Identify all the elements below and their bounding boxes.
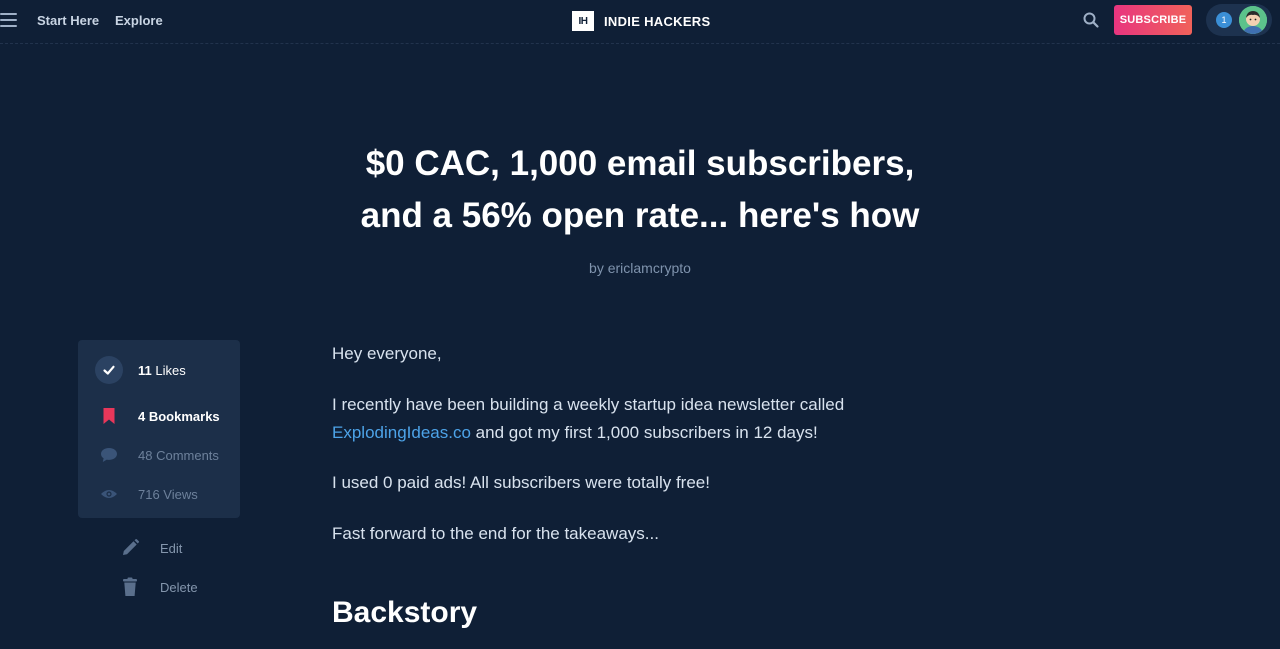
comments-stat: 48 Comments: [138, 447, 219, 463]
hamburger-menu-icon[interactable]: [0, 13, 17, 27]
paragraph-2-text: I recently have been building a weekly s…: [332, 395, 845, 414]
avatar[interactable]: [1239, 6, 1267, 34]
explodingideas-link[interactable]: ExplodingIdeas.co: [332, 423, 471, 442]
post-byline: by ericlamcrypto: [440, 260, 840, 276]
author-link[interactable]: ericlamcrypto: [608, 260, 691, 276]
nav-explore[interactable]: Explore: [115, 13, 163, 28]
notification-badge[interactable]: 1: [1216, 12, 1232, 28]
bookmarks-stat: 4 Bookmarks: [138, 408, 220, 424]
user-menu[interactable]: 1: [1206, 4, 1272, 36]
section-heading-backstory: Backstory: [332, 596, 478, 629]
article-paragraph-2: I recently have been building a weekly s…: [332, 391, 892, 447]
post-title-line-1: $0 CAC, 1,000 email subscribers,: [365, 144, 915, 183]
post-title: $0 CAC, 1,000 email subscribers, and a 5…: [240, 138, 1040, 242]
search-icon[interactable]: [1082, 11, 1100, 29]
paragraph-2-tail: and got my first 1,000 subscribers in 12…: [470, 423, 818, 442]
post-title-line-2: and a 56% open rate... here's how: [360, 196, 920, 235]
bookmark-icon: [95, 402, 123, 430]
article-paragraph-3: I used 0 paid ads! All subscribers were …: [332, 473, 710, 492]
likes-label: Likes: [155, 362, 186, 378]
byline-prefix: by: [589, 260, 604, 276]
subscribe-button[interactable]: SUBSCRIBE: [1114, 5, 1192, 35]
views-stat: 716 Views: [138, 486, 198, 502]
nav-start-here[interactable]: Start Here: [37, 13, 99, 28]
delete-label: Delete: [160, 579, 198, 595]
top-navigation-bar: Start Here Explore IH INDIE HACKERS SUBS…: [0, 0, 1280, 44]
check-icon: [95, 356, 123, 384]
edit-label: Edit: [160, 540, 183, 556]
indie-hackers-logo: IH: [572, 11, 594, 31]
brand-name: INDIE HACKERS: [604, 13, 711, 29]
like-button[interactable]: 11 Likes: [78, 355, 240, 385]
eye-icon: [95, 480, 123, 508]
comments-link[interactable]: 48 Comments: [78, 440, 240, 470]
likes-stat: 11 Likes: [138, 363, 186, 378]
views-stat-row: 716 Views: [78, 479, 240, 509]
comment-icon: [95, 441, 123, 469]
bookmark-button[interactable]: 4 Bookmarks: [78, 401, 240, 431]
post-stats-card: 11 Likes 4 Bookmarks 48 Comments 716 Vie…: [78, 340, 240, 518]
trash-icon: [122, 577, 138, 602]
pencil-icon: [120, 538, 140, 563]
article-paragraph-1: Hey everyone,: [332, 344, 442, 363]
brand-home-link[interactable]: IH INDIE HACKERS: [572, 10, 710, 32]
likes-count: 11: [138, 362, 152, 378]
article-paragraph-4: Fast forward to the end for the takeaway…: [332, 524, 659, 543]
